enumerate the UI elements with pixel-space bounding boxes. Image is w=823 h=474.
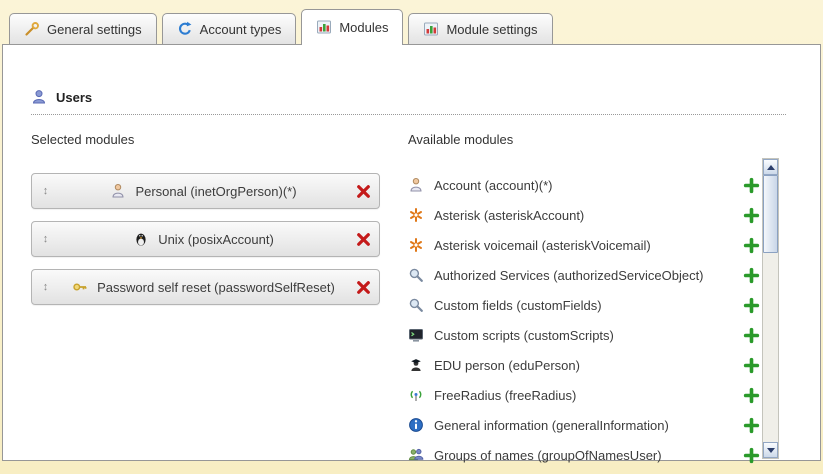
- available-module-row: Asterisk (asteriskAccount): [408, 200, 760, 230]
- modules-chart-icon: [423, 21, 439, 37]
- remove-module-icon[interactable]: [355, 231, 372, 248]
- tab-label: General settings: [47, 22, 142, 37]
- modules-panel: Users Selected modules ↕ Personal (inetO…: [2, 44, 821, 461]
- info-icon: [408, 417, 425, 434]
- add-module-icon[interactable]: [743, 237, 760, 254]
- available-module-row: FreeRadius (freeRadius): [408, 380, 760, 410]
- tab-modules[interactable]: Modules: [301, 9, 403, 44]
- selected-module-row[interactable]: ↕ Personal (inetOrgPerson)(*): [31, 173, 380, 209]
- scrollbar-thumb[interactable]: [763, 175, 778, 253]
- selected-module-row[interactable]: ↕ Password self reset (passwordSelfReset…: [31, 269, 380, 305]
- person-icon: [408, 177, 425, 194]
- drag-handle-icon[interactable]: ↕: [39, 185, 52, 197]
- tab-account-types[interactable]: Account types: [162, 13, 297, 44]
- graduate-icon: [408, 357, 425, 374]
- remove-module-icon[interactable]: [355, 183, 372, 200]
- users-section-header: Users: [31, 89, 786, 115]
- user-icon: [31, 89, 48, 106]
- available-module-row: EDU person (eduPerson): [408, 350, 760, 380]
- tab-label: Module settings: [446, 22, 537, 37]
- scrollbar-up-button[interactable]: [763, 159, 778, 175]
- selected-module-row[interactable]: ↕ Unix (posixAccount): [31, 221, 380, 257]
- magnifier-icon: [408, 297, 425, 314]
- arrow-up-icon: [767, 165, 775, 170]
- add-module-icon[interactable]: [743, 267, 760, 284]
- available-module-row: Groups of names (groupOfNamesUser): [408, 440, 760, 470]
- add-module-icon[interactable]: [743, 327, 760, 344]
- person-icon: [110, 183, 127, 200]
- selected-modules-heading: Selected modules: [31, 132, 381, 148]
- selected-modules-list: ↕ Personal (inetOrgPerson)(*) ↕: [31, 173, 381, 305]
- available-module-row: Asterisk voicemail (asteriskVoicemail): [408, 230, 760, 260]
- asterisk-icon: [408, 207, 425, 224]
- remove-module-icon[interactable]: [355, 279, 372, 296]
- tab-general-settings[interactable]: General settings: [9, 13, 157, 44]
- add-module-icon[interactable]: [743, 357, 760, 374]
- selected-module-label: Personal (inetOrgPerson)(*): [135, 184, 296, 199]
- available-module-label: FreeRadius (freeRadius): [434, 388, 743, 403]
- available-module-label: Custom fields (customFields): [434, 298, 743, 313]
- available-module-label: EDU person (eduPerson): [434, 358, 743, 373]
- terminal-icon: [408, 327, 425, 344]
- modules-columns: Selected modules ↕ Personal (inetOrgPers…: [31, 132, 820, 470]
- available-module-row: Account (account)(*): [408, 170, 760, 200]
- tools-icon: [24, 21, 40, 37]
- scrollbar-down-button[interactable]: [763, 442, 778, 458]
- tux-icon: [133, 231, 150, 248]
- tab-label: Account types: [200, 22, 282, 37]
- available-module-row: Custom fields (customFields): [408, 290, 760, 320]
- available-module-label: Account (account)(*): [434, 178, 743, 193]
- available-module-label: Custom scripts (customScripts): [434, 328, 743, 343]
- drag-handle-icon[interactable]: ↕: [39, 281, 52, 293]
- available-module-label: Asterisk (asteriskAccount): [434, 208, 743, 223]
- add-module-icon[interactable]: [743, 177, 760, 194]
- selected-module-label: Password self reset (passwordSelfReset): [97, 280, 335, 295]
- available-modules-list: Account (account)(*) Asterisk (asteriskA…: [408, 170, 760, 470]
- asterisk-icon: [408, 237, 425, 254]
- add-module-icon[interactable]: [743, 447, 760, 464]
- add-module-icon[interactable]: [743, 417, 760, 434]
- available-module-label: General information (generalInformation): [434, 418, 743, 433]
- tab-label: Modules: [339, 20, 388, 35]
- available-module-label: Asterisk voicemail (asteriskVoicemail): [434, 238, 743, 253]
- selected-module-label: Unix (posixAccount): [158, 232, 274, 247]
- group-icon: [408, 447, 425, 464]
- available-module-row: Authorized Services (authorizedServiceOb…: [408, 260, 760, 290]
- selected-modules-column: Selected modules ↕ Personal (inetOrgPers…: [31, 132, 381, 470]
- available-modules-column: Available modules Account (account)(*): [408, 132, 760, 470]
- tab-bar: General settings Account types Modules M…: [0, 0, 823, 44]
- available-module-row: General information (generalInformation): [408, 410, 760, 440]
- arrow-down-icon: [767, 448, 775, 453]
- page-title: Users: [56, 90, 92, 105]
- available-module-label: Groups of names (groupOfNamesUser): [434, 448, 743, 463]
- available-modules-scrollbar[interactable]: [762, 158, 779, 459]
- modules-chart-icon: [316, 19, 332, 35]
- add-module-icon[interactable]: [743, 207, 760, 224]
- available-module-row: Custom scripts (customScripts): [408, 320, 760, 350]
- add-module-icon[interactable]: [743, 297, 760, 314]
- available-modules-heading: Available modules: [408, 132, 760, 148]
- tab-module-settings[interactable]: Module settings: [408, 13, 552, 44]
- magnifier-icon: [408, 267, 425, 284]
- signal-icon: [408, 387, 425, 404]
- available-module-label: Authorized Services (authorizedServiceOb…: [434, 268, 743, 283]
- add-module-icon[interactable]: [743, 387, 760, 404]
- drag-handle-icon[interactable]: ↕: [39, 233, 52, 245]
- key-icon: [72, 279, 89, 296]
- refresh-arrows-icon: [177, 21, 193, 37]
